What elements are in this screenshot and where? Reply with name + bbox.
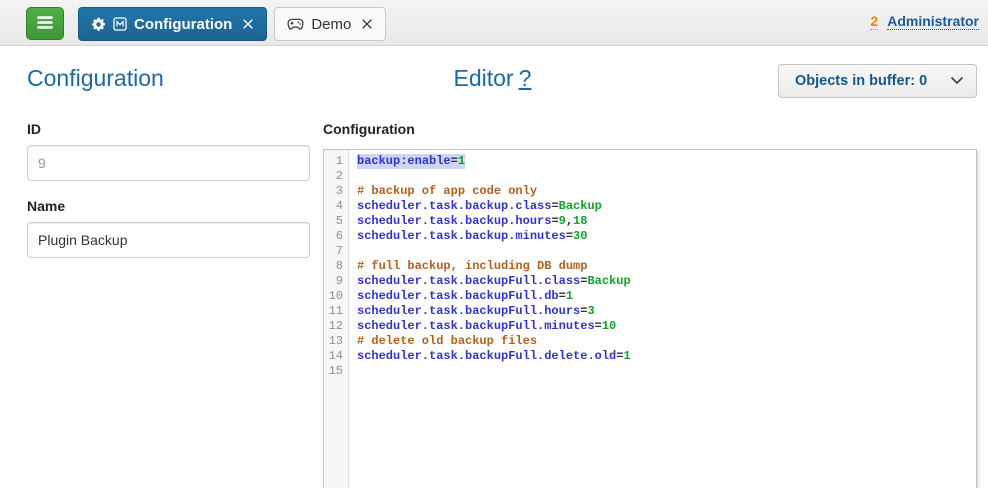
- close-icon[interactable]: [242, 18, 254, 30]
- line-number: 15: [324, 364, 348, 379]
- tab-demo[interactable]: Demo: [274, 7, 386, 41]
- code-line: 7: [324, 244, 976, 259]
- code-line: 4scheduler.task.backup.class=Backup: [324, 199, 976, 214]
- code-line-text: scheduler.task.backup.hours=9,18: [348, 214, 587, 229]
- code-editor[interactable]: 1 backup:enable=1 23# backup of app code o…: [323, 149, 977, 488]
- code-line-text-selected: backup:enable=1: [357, 154, 465, 169]
- app-window-icon: [113, 17, 127, 31]
- code-line-text: [348, 169, 357, 184]
- tab-bar: Configuration Demo: [78, 7, 386, 41]
- page: Configuration Demo 2 Administrator Confi…: [0, 0, 988, 488]
- notification-count-link[interactable]: 2: [870, 13, 878, 30]
- name-field[interactable]: [27, 222, 310, 258]
- line-number: 9: [324, 274, 348, 289]
- code-line-text: scheduler.task.backupFull.db=1: [348, 289, 573, 304]
- detail-form: ID Name: [27, 121, 310, 275]
- objects-buffer-dropdown[interactable]: Objects in buffer: 0: [778, 64, 977, 98]
- code-line-text: scheduler.task.backup.class=Backup: [348, 199, 602, 214]
- code-line: 2: [324, 169, 976, 184]
- code-line: 13# delete old backup files: [324, 334, 976, 349]
- code-line: 11scheduler.task.backupFull.hours=3: [324, 304, 976, 319]
- topbar-user-area: 2 Administrator: [870, 13, 979, 30]
- line-number: 10: [324, 289, 348, 304]
- code-line-text: scheduler.task.backupFull.delete.old=1: [348, 349, 631, 364]
- administrator-link[interactable]: Administrator: [887, 13, 979, 30]
- gamepad-icon: [287, 18, 304, 31]
- code-line-text: scheduler.task.backupFull.hours=3: [348, 304, 595, 319]
- code-line: 8# full backup, including DB dump: [324, 259, 976, 274]
- editor-panel: Configuration 1 backup:enable=1 23# backup…: [323, 121, 977, 488]
- line-number: 3: [324, 184, 348, 199]
- code-line: 6scheduler.task.backup.minutes=30: [324, 229, 976, 244]
- code-lines: 1 backup:enable=1 23# backup of app code o…: [324, 150, 976, 379]
- help-link[interactable]: ?: [519, 65, 532, 91]
- line-number: 2: [324, 169, 348, 184]
- code-line: 10scheduler.task.backupFull.db=1: [324, 289, 976, 304]
- code-line-text: scheduler.task.backupFull.minutes=10: [348, 319, 616, 334]
- tab-label: Configuration: [134, 16, 232, 33]
- line-number: 12: [324, 319, 348, 334]
- code-line: 5scheduler.task.backup.hours=9,18: [324, 214, 976, 229]
- code-line: 1 backup:enable=1: [324, 154, 976, 169]
- page-title: Configuration: [27, 65, 164, 92]
- code-line-text: # delete old backup files: [348, 334, 537, 349]
- code-line-text: scheduler.task.backupFull.class=Backup: [348, 274, 631, 289]
- close-icon[interactable]: [361, 18, 373, 30]
- line-number: 7: [324, 244, 348, 259]
- buffer-label: Objects in buffer: 0: [795, 73, 950, 89]
- line-number: 14: [324, 349, 348, 364]
- code-line-text: [348, 364, 357, 379]
- configuration-label: Configuration: [323, 121, 977, 137]
- code-line-text: [348, 244, 357, 259]
- page-subtitle: Editor?: [453, 65, 531, 92]
- menu-button[interactable]: [26, 7, 64, 40]
- gear-icon: [91, 17, 106, 32]
- code-line-text: # full backup, including DB dump: [348, 259, 587, 274]
- line-number: 13: [324, 334, 348, 349]
- code-line-text: # backup of app code only: [348, 184, 537, 199]
- name-label: Name: [27, 198, 310, 214]
- header-row: Configuration Editor? Objects in buffer:…: [0, 58, 988, 108]
- code-line-text: scheduler.task.backup.minutes=30: [348, 229, 587, 244]
- tab-label: Demo: [311, 16, 351, 33]
- code-line: 14scheduler.task.backupFull.delete.old=1: [324, 349, 976, 364]
- hamburger-icon: [37, 15, 53, 33]
- code-line: 9scheduler.task.backupFull.class=Backup: [324, 274, 976, 289]
- code-line: 15: [324, 364, 976, 379]
- chevron-down-icon: [950, 72, 964, 90]
- subtitle-text: Editor: [453, 65, 513, 91]
- topbar: Configuration Demo 2 Administrator: [0, 0, 988, 46]
- id-label: ID: [27, 121, 310, 137]
- line-number: 1: [324, 154, 348, 169]
- line-number: 5: [324, 214, 348, 229]
- line-number: 11: [324, 304, 348, 319]
- id-field[interactable]: [27, 145, 310, 181]
- line-number: 8: [324, 259, 348, 274]
- code-line: 3# backup of app code only: [324, 184, 976, 199]
- tab-configuration[interactable]: Configuration: [78, 7, 267, 41]
- line-number: 4: [324, 199, 348, 214]
- code-line: 12scheduler.task.backupFull.minutes=10: [324, 319, 976, 334]
- line-number: 6: [324, 229, 348, 244]
